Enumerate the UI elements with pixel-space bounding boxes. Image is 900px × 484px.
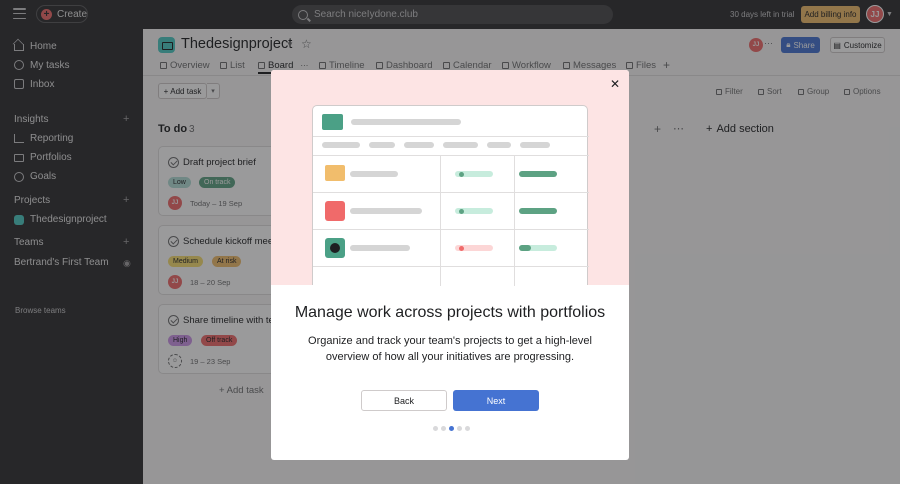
placeholder-bar <box>351 119 461 125</box>
placeholder-bar <box>443 142 478 148</box>
status-dot <box>459 245 464 251</box>
modal-hero: ✕ <box>271 70 629 286</box>
back-button[interactable]: Back <box>361 390 447 411</box>
divider <box>313 155 589 156</box>
page-dot[interactable] <box>433 426 438 431</box>
modal-title: Manage work across projects with portfol… <box>294 304 606 321</box>
status-dot <box>459 208 464 214</box>
portfolio-illustration <box>312 105 589 286</box>
progress-bar <box>519 171 557 177</box>
placeholder-bar <box>404 142 434 148</box>
page-dot[interactable] <box>465 426 470 431</box>
divider <box>313 136 589 137</box>
checklist-icon <box>325 238 345 258</box>
chart-icon <box>325 201 345 221</box>
progress-fill <box>519 245 531 251</box>
placeholder-bar <box>350 208 422 214</box>
placeholder-bar <box>322 142 360 148</box>
page-dot[interactable] <box>441 426 446 431</box>
placeholder-bar <box>487 142 511 148</box>
folder-icon <box>322 114 343 130</box>
close-icon[interactable]: ✕ <box>610 77 620 91</box>
status-dot <box>459 171 464 177</box>
placeholder-bar <box>350 245 410 251</box>
progress-bar <box>519 208 557 214</box>
check-circle-icon <box>330 243 340 253</box>
folder-icon <box>325 165 345 181</box>
placeholder-bar <box>369 142 395 148</box>
modal-description: Organize and track your team's projects … <box>308 335 592 363</box>
next-button[interactable]: Next <box>453 390 539 411</box>
divider <box>313 266 589 267</box>
portfolio-intro-modal: ✕ Manage work across projects with portf… <box>271 70 629 460</box>
divider <box>313 229 589 230</box>
page-dot[interactable] <box>457 426 462 431</box>
placeholder-bar <box>520 142 550 148</box>
placeholder-bar <box>350 171 398 177</box>
page-dot-active[interactable] <box>449 426 454 431</box>
pagination-dots <box>433 426 470 431</box>
divider <box>313 192 589 193</box>
